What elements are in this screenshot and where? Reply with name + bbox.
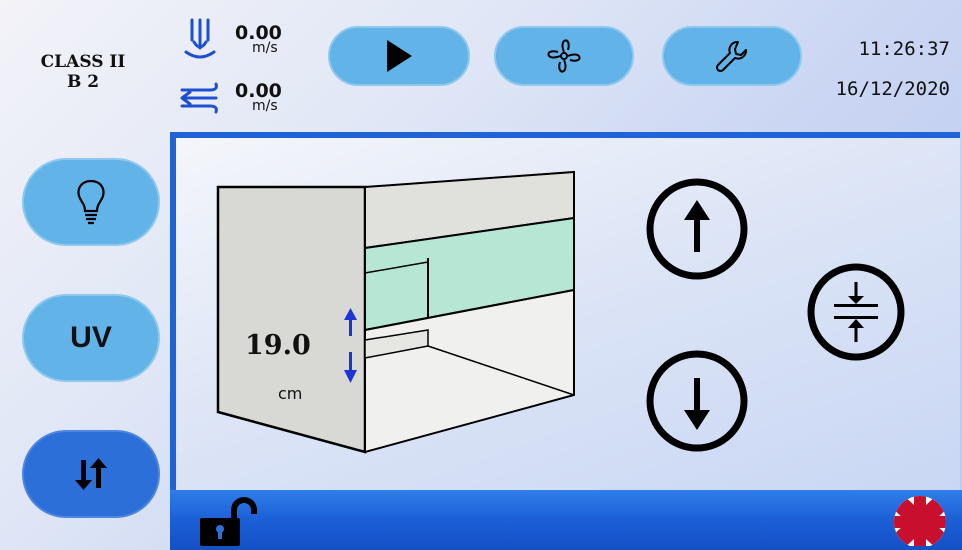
cabinet-illustration: [216, 170, 905, 454]
cabinet-side-wall: [216, 185, 367, 454]
sash-working-height-icon: [807, 263, 905, 361]
uk-flag-icon[interactable]: [892, 494, 948, 546]
sash-down-button[interactable]: [646, 350, 748, 452]
status-bar: [170, 490, 962, 550]
sash-up-button[interactable]: [646, 178, 748, 280]
sash-control-screen: CLASS II B 2 0.00 m/s 0.00 m/s 11:26:37 …: [0, 0, 962, 550]
unlocked-padlock-icon[interactable]: [198, 496, 262, 548]
sash-height-unit: cm: [278, 384, 303, 403]
sash-working-height-button[interactable]: [807, 263, 905, 361]
sash-height-value: 19.0: [245, 330, 311, 361]
